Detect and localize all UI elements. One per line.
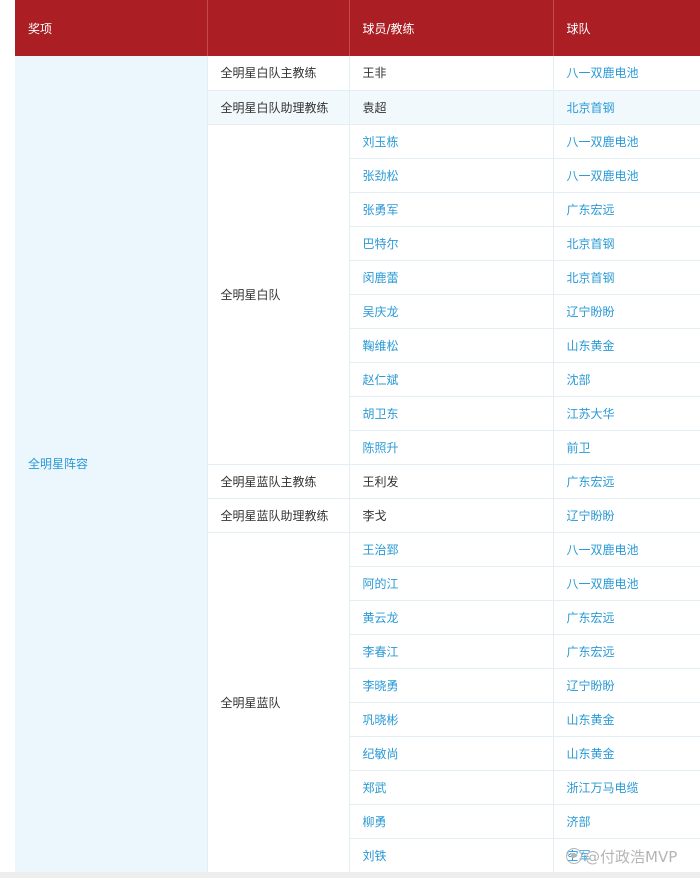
team-cell[interactable]: 济部 <box>552 804 700 839</box>
team-cell[interactable]: 八一双鹿电池 <box>552 532 700 567</box>
person-cell[interactable]: 李春江 <box>348 634 553 669</box>
header-role <box>206 0 349 56</box>
left-gutter <box>0 0 15 878</box>
person-cell[interactable]: 吴庆龙 <box>348 294 553 329</box>
team-cell[interactable]: 辽宁盼盼 <box>552 498 700 533</box>
person-cell: 王利发 <box>348 464 553 499</box>
person-cell[interactable]: 闵鹿蕾 <box>348 260 553 295</box>
person-cell[interactable]: 阿的江 <box>348 566 553 601</box>
header-row: 奖项 球员/教练 球队 <box>15 0 700 56</box>
role-cell: 全明星白队 <box>206 124 349 465</box>
awards-table: 奖项 球员/教练 球队 全明星阵容 全明星白队主教练 王非 八一双鹿电池 全明星白队助理… <box>15 0 700 873</box>
team-cell[interactable]: 山东黄金 <box>552 328 700 363</box>
team-cell[interactable]: 北京首钢 <box>552 260 700 295</box>
team-cell[interactable]: 山东黄金 <box>552 702 700 737</box>
header-person: 球员/教练 <box>348 0 553 56</box>
person-cell: 袁超 <box>348 90 553 125</box>
header-team: 球队 <box>552 0 700 56</box>
person-cell[interactable]: 郑武 <box>348 770 553 805</box>
bottom-strip <box>0 872 700 878</box>
table-header: 奖项 球员/教练 球队 <box>15 0 700 56</box>
person-cell[interactable]: 巴特尔 <box>348 226 553 261</box>
person-cell[interactable]: 胡卫东 <box>348 396 553 431</box>
weibo-icon <box>566 848 582 864</box>
person-cell[interactable]: 张劲松 <box>348 158 553 193</box>
team-cell[interactable]: 北京首钢 <box>552 226 700 261</box>
team-cell[interactable]: 北京首钢 <box>552 90 700 125</box>
team-cell[interactable]: 沈部 <box>552 362 700 397</box>
person-cell[interactable]: 黄云龙 <box>348 600 553 635</box>
page-frame: 奖项 球员/教练 球队 全明星阵容 全明星白队主教练 王非 八一双鹿电池 全明星白队助理… <box>0 0 700 878</box>
award-cell[interactable]: 全明星阵容 <box>15 56 207 873</box>
team-cell[interactable]: 前卫 <box>552 430 700 465</box>
team-cell[interactable]: 广东宏远 <box>552 600 700 635</box>
table-row: 全明星阵容 全明星白队主教练 王非 八一双鹿电池 <box>15 56 700 873</box>
team-cell[interactable]: 八一双鹿电池 <box>552 56 700 91</box>
team-cell[interactable]: 八一双鹿电池 <box>552 566 700 601</box>
person-cell[interactable]: 柳勇 <box>348 804 553 839</box>
person-cell[interactable]: 刘玉栋 <box>348 124 553 159</box>
team-cell[interactable]: 广东宏远 <box>552 464 700 499</box>
team-cell[interactable]: 浙江万马电缆 <box>552 770 700 805</box>
watermark-text: @付政浩MVP <box>585 848 678 866</box>
role-cell: 全明星白队主教练 <box>206 56 349 91</box>
person-cell[interactable]: 巩晓彬 <box>348 702 553 737</box>
person-cell[interactable]: 赵仁斌 <box>348 362 553 397</box>
watermark: @付政浩MVP <box>566 846 677 867</box>
team-cell[interactable]: 八一双鹿电池 <box>552 124 700 159</box>
table-body: 全明星阵容 全明星白队主教练 王非 八一双鹿电池 全明星白队助理教练 袁超 北京首钢 全明星白… <box>15 56 700 873</box>
team-cell[interactable]: 广东宏远 <box>552 634 700 669</box>
person-cell[interactable]: 刘铁 <box>348 838 553 873</box>
role-cell: 全明星白队助理教练 <box>206 90 349 125</box>
team-cell[interactable]: 江苏大华 <box>552 396 700 431</box>
header-award: 奖项 <box>15 0 207 56</box>
person-cell[interactable]: 纪敏尚 <box>348 736 553 771</box>
person-cell[interactable]: 张勇军 <box>348 192 553 227</box>
role-cell: 全明星蓝队主教练 <box>206 464 349 499</box>
person-cell[interactable]: 陈照升 <box>348 430 553 465</box>
person-cell[interactable]: 鞠维松 <box>348 328 553 363</box>
role-cell: 全明星蓝队助理教练 <box>206 498 349 533</box>
person-cell[interactable]: 李晓勇 <box>348 668 553 703</box>
person-cell[interactable]: 王治郅 <box>348 532 553 567</box>
team-cell[interactable]: 辽宁盼盼 <box>552 294 700 329</box>
person-cell: 王非 <box>348 56 553 91</box>
person-cell: 李戈 <box>348 498 553 533</box>
team-cell[interactable]: 山东黄金 <box>552 736 700 771</box>
role-cell: 全明星蓝队 <box>206 532 349 873</box>
team-cell[interactable]: 广东宏远 <box>552 192 700 227</box>
team-cell[interactable]: 八一双鹿电池 <box>552 158 700 193</box>
team-cell[interactable]: 辽宁盼盼 <box>552 668 700 703</box>
